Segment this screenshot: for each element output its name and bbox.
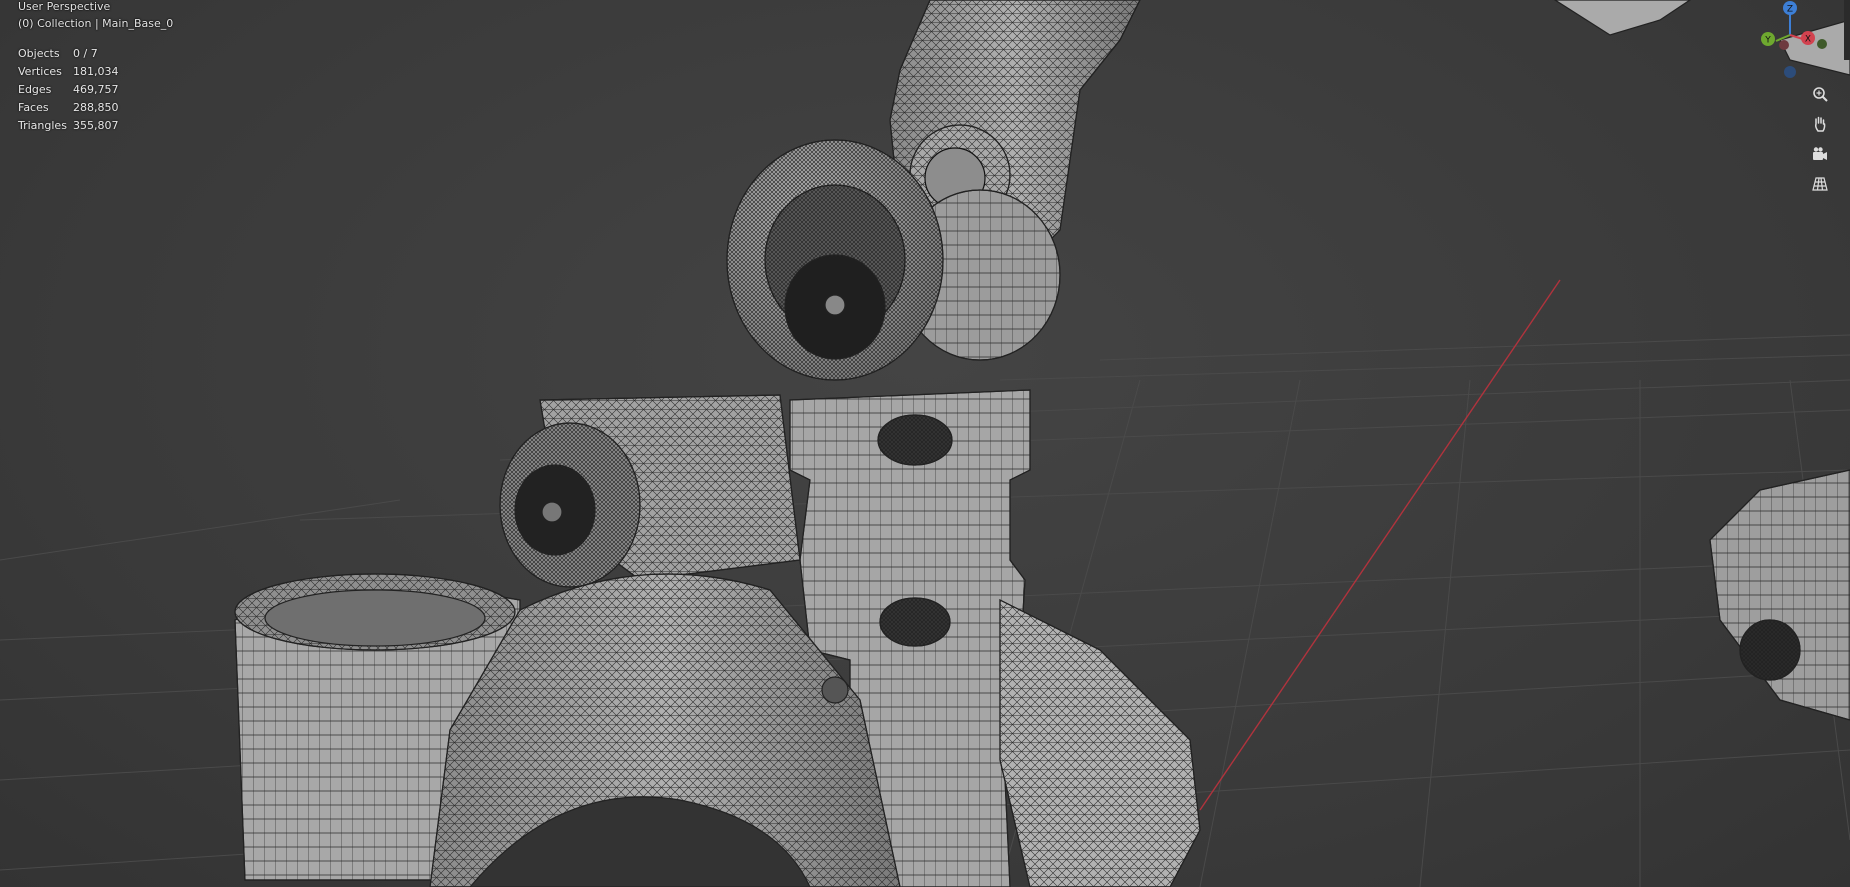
stat-value: 355,807 bbox=[73, 119, 119, 132]
stat-row-faces: Faces 288,850 bbox=[18, 99, 119, 117]
gizmo-z-label: Z bbox=[1787, 5, 1793, 15]
gizmo-neg-x[interactable] bbox=[1779, 40, 1789, 50]
stat-row-edges: Edges 469,757 bbox=[18, 81, 119, 99]
stat-label: Objects bbox=[18, 47, 60, 60]
right-region-edge[interactable] bbox=[1844, 0, 1850, 60]
pan-hand-icon[interactable] bbox=[1808, 112, 1832, 136]
stat-value: 288,850 bbox=[73, 101, 119, 114]
grid-perspective-icon[interactable] bbox=[1808, 172, 1832, 196]
x-axis-line bbox=[1199, 279, 1561, 811]
stat-row-vertices: Vertices 181,034 bbox=[18, 63, 119, 81]
gizmo-z-axis[interactable]: Z bbox=[1783, 1, 1797, 15]
stat-label: Edges bbox=[18, 83, 52, 96]
3d-viewport[interactable]: User Perspective (0) Collection | Main_B… bbox=[0, 0, 1850, 887]
scene-statistics: Objects 0 / 7 Vertices 181,034 Edges 469,75… bbox=[18, 45, 119, 135]
axis-navigation-gizmo[interactable]: Z Y X bbox=[1740, 0, 1840, 80]
gizmo-x-label: X bbox=[1805, 35, 1811, 45]
view-mode-label: User Perspective bbox=[18, 0, 111, 13]
zoom-icon[interactable] bbox=[1808, 82, 1832, 106]
gizmo-y-axis[interactable]: Y bbox=[1761, 32, 1775, 46]
gizmo-neg-z[interactable] bbox=[1784, 66, 1796, 78]
gizmo-x-axis[interactable]: X bbox=[1801, 31, 1815, 45]
stat-label: Triangles bbox=[18, 119, 67, 132]
camera-icon[interactable] bbox=[1808, 142, 1832, 166]
active-collection-label: (0) Collection | Main_Base_0 bbox=[18, 17, 174, 30]
stat-value: 181,034 bbox=[73, 65, 119, 78]
stat-label: Vertices bbox=[18, 65, 62, 78]
stat-row-objects: Objects 0 / 7 bbox=[18, 45, 119, 63]
stat-label: Faces bbox=[18, 101, 49, 114]
gizmo-neg-y[interactable] bbox=[1817, 39, 1827, 49]
stat-row-triangles: Triangles 355,807 bbox=[18, 117, 119, 135]
robot-arm-mesh bbox=[234, 0, 1850, 887]
stat-value: 0 / 7 bbox=[73, 47, 98, 60]
viewport-scene[interactable] bbox=[0, 0, 1850, 887]
gizmo-y-label: Y bbox=[1764, 36, 1771, 46]
stat-value: 469,757 bbox=[73, 83, 119, 96]
